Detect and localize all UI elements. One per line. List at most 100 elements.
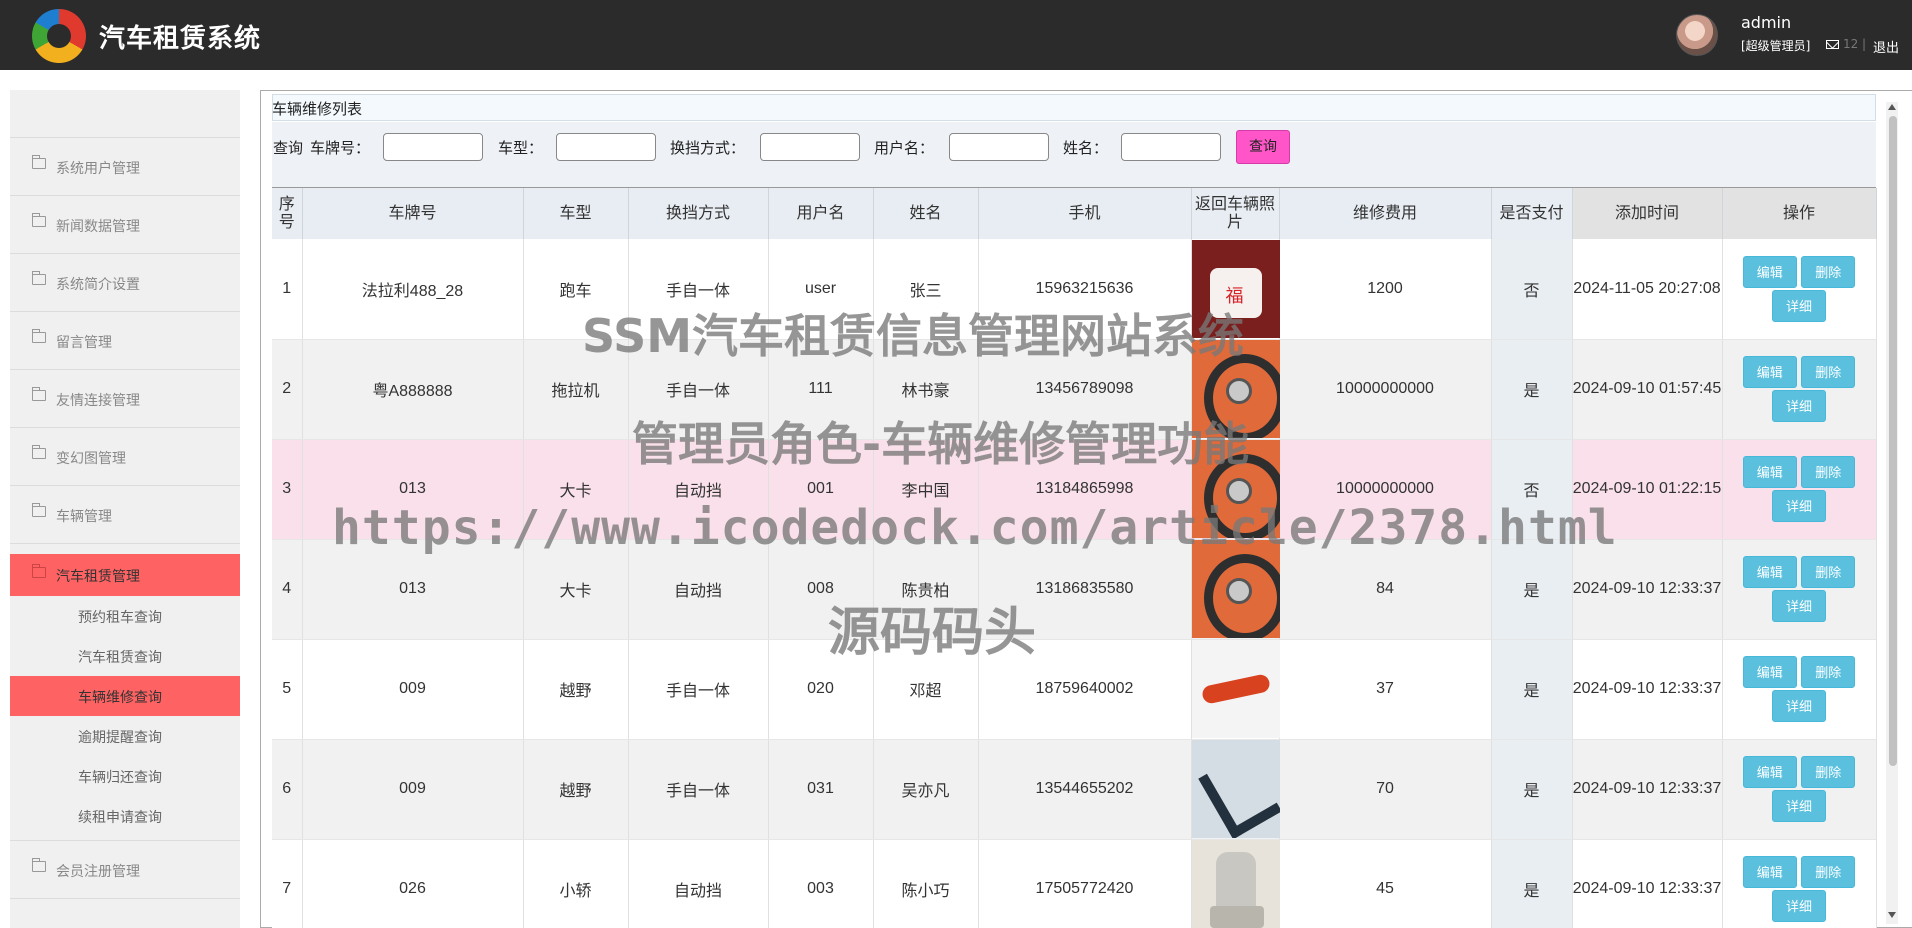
- sidebar-item-carousel[interactable]: 变幻图管理: [10, 428, 240, 486]
- sidebar-item-system-users[interactable]: 系统用户管理: [10, 138, 240, 196]
- detail-button[interactable]: 详细: [1772, 490, 1826, 522]
- door-handle-photo[interactable]: [1191, 640, 1280, 738]
- watermark-line-4: 源码码头: [828, 603, 1037, 663]
- column-header: 操作: [1722, 188, 1877, 239]
- sidebar-subitem-overdue[interactable]: 逾期提醒查询: [10, 716, 240, 756]
- sidebar: 系统用户管理 新闻数据管理 系统简介设置 留言管理 友情连接管理 变幻图管理 车…: [10, 90, 240, 928]
- sidebar-subitem-rentals[interactable]: 汽车租赁查询: [10, 636, 240, 676]
- sidebar-subitem-label: 汽车租赁查询: [78, 650, 162, 666]
- column-header: 姓名: [873, 188, 979, 239]
- search-label-plate: 车牌号：: [310, 139, 371, 157]
- cell-fee: 1200: [1279, 239, 1492, 340]
- edit-button[interactable]: 编辑: [1742, 255, 1797, 288]
- cell-type: 越野: [523, 639, 629, 740]
- sidebar-item-vehicles[interactable]: 车辆管理: [10, 486, 240, 544]
- delete-button[interactable]: 删除: [1801, 756, 1856, 788]
- cell-time: 2024-09-10 12:33:37: [1572, 839, 1723, 928]
- name-search-input[interactable]: [1121, 133, 1221, 161]
- detail-button[interactable]: 详细: [1772, 590, 1826, 622]
- cell-actions: 编辑 删除 详细: [1722, 639, 1877, 740]
- cell-time: 2024-09-10 12:33:37: [1572, 639, 1723, 740]
- sidebar-item-links[interactable]: 友情连接管理: [10, 370, 240, 428]
- cell-paid: 是: [1491, 839, 1573, 928]
- cell-paid: 否: [1491, 239, 1573, 340]
- delete-button[interactable]: 删除: [1801, 556, 1856, 588]
- search-prefix: 查询: [273, 139, 304, 157]
- avatar[interactable]: [1676, 14, 1718, 56]
- sidebar-item-intro[interactable]: 系统简介设置: [10, 254, 240, 312]
- cell-fee: 45: [1279, 839, 1492, 928]
- scrollbar-thumb[interactable]: [1889, 116, 1897, 766]
- scroll-up-arrow-icon[interactable]: [1888, 104, 1896, 110]
- delete-button[interactable]: 删除: [1801, 856, 1856, 888]
- sidebar-subitem-returns[interactable]: 车辆归还查询: [10, 756, 240, 796]
- delete-button[interactable]: 删除: [1801, 656, 1856, 688]
- sidebar-item-label: 友情连接管理: [56, 393, 140, 409]
- column-header: 序号: [272, 188, 303, 239]
- sidebar-item-rental[interactable]: 汽车租赁管理: [10, 554, 240, 596]
- type-search-input[interactable]: [556, 133, 656, 161]
- cell-gear: 手自一体: [628, 739, 769, 840]
- cell-actions: 编辑 删除 详细: [1722, 739, 1877, 840]
- detail-button[interactable]: 详细: [1772, 890, 1826, 922]
- username-search-input[interactable]: [949, 133, 1049, 161]
- sidebar-subitem-reservations[interactable]: 预约租车查询: [10, 596, 240, 636]
- cell-photo: [1191, 839, 1280, 928]
- detail-button[interactable]: 详细: [1772, 790, 1826, 822]
- cell-type: 越野: [523, 739, 629, 840]
- detail-button[interactable]: 详细: [1772, 690, 1826, 722]
- search-button[interactable]: 查询: [1236, 130, 1290, 164]
- cell-photo: [1191, 639, 1280, 740]
- cell-no: 5: [272, 639, 303, 740]
- column-header: 车型: [523, 188, 629, 239]
- sidebar-subitem-repairs[interactable]: 车辆维修查询: [10, 676, 240, 716]
- edit-button[interactable]: 编辑: [1742, 756, 1797, 788]
- sidebar-item-news[interactable]: 新闻数据管理: [10, 196, 240, 254]
- column-header: 维修费用: [1279, 188, 1492, 239]
- table-row: 6 009 越野 手自一体 031 吴亦凡 13544655202 70 是 2…: [272, 739, 1877, 840]
- mail-icon[interactable]: [1826, 40, 1839, 49]
- username: admin: [1741, 13, 1792, 32]
- cell-no: 4: [272, 539, 303, 640]
- edit-button[interactable]: 编辑: [1742, 556, 1797, 588]
- delete-button[interactable]: 删除: [1801, 356, 1856, 388]
- cell-fee: 37: [1279, 639, 1492, 740]
- message-count: 12: [1843, 37, 1859, 51]
- sidebar-item-label: 新闻数据管理: [56, 219, 140, 235]
- cell-no: 2: [272, 339, 303, 440]
- cell-actions: 编辑 删除 详细: [1722, 539, 1877, 640]
- sidebar-item-messages[interactable]: 留言管理: [10, 312, 240, 370]
- detail-button[interactable]: 详细: [1772, 289, 1826, 322]
- sidebar-subitem-renewals[interactable]: 续租申请查询: [10, 796, 240, 836]
- logout-link[interactable]: 退出: [1873, 37, 1899, 56]
- cell-plate: 009: [302, 739, 524, 840]
- edit-button[interactable]: 编辑: [1742, 856, 1797, 888]
- gear-search-input[interactable]: [760, 133, 860, 161]
- sidebar-item-label: 会员注册管理: [56, 864, 140, 880]
- cell-actions: 编辑 删除 详细: [1722, 239, 1877, 340]
- folder-icon: [32, 155, 46, 169]
- delete-button[interactable]: 删除: [1801, 255, 1856, 288]
- column-header: 是否支付: [1491, 188, 1573, 239]
- column-header: 换挡方式: [628, 188, 769, 239]
- search-label-gear: 换挡方式：: [670, 139, 746, 157]
- sidebar-item-label: 留言管理: [56, 335, 112, 351]
- seat-photo[interactable]: [1191, 840, 1280, 928]
- delete-button[interactable]: 删除: [1801, 456, 1856, 488]
- cell-no: 1: [272, 239, 303, 340]
- scroll-down-arrow-icon[interactable]: [1888, 912, 1896, 918]
- control-arm-photo[interactable]: [1191, 740, 1280, 838]
- folder-icon: [32, 329, 46, 343]
- folder-icon: [32, 503, 46, 517]
- plate-search-input[interactable]: [383, 133, 483, 161]
- cell-actions: 编辑 删除 详细: [1722, 839, 1877, 928]
- cell-fee: 70: [1279, 739, 1492, 840]
- cell-no: 7: [272, 839, 303, 928]
- cell-time: 2024-09-10 12:33:37: [1572, 739, 1723, 840]
- sidebar-item-members[interactable]: 会员注册管理: [10, 841, 240, 899]
- edit-button[interactable]: 编辑: [1742, 656, 1797, 688]
- cell-actions: 编辑 删除 详细: [1722, 339, 1877, 440]
- edit-button[interactable]: 编辑: [1742, 356, 1797, 388]
- edit-button[interactable]: 编辑: [1742, 456, 1797, 488]
- detail-button[interactable]: 详细: [1772, 390, 1826, 422]
